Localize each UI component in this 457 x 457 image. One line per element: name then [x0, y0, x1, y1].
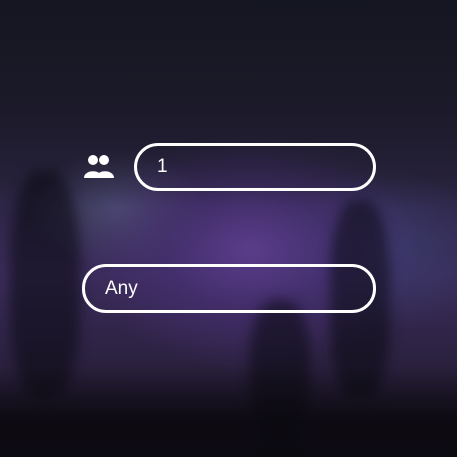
filter-select[interactable]: Any [82, 264, 376, 313]
crowd-silhouette [10, 170, 80, 400]
filter-select-value: Any [105, 277, 138, 299]
guest-count-field[interactable]: 1 [134, 143, 376, 191]
guest-count-value: 1 [157, 156, 168, 177]
people-icon [82, 153, 116, 181]
background-floor [0, 367, 457, 457]
screen: 1 Any [0, 0, 457, 457]
